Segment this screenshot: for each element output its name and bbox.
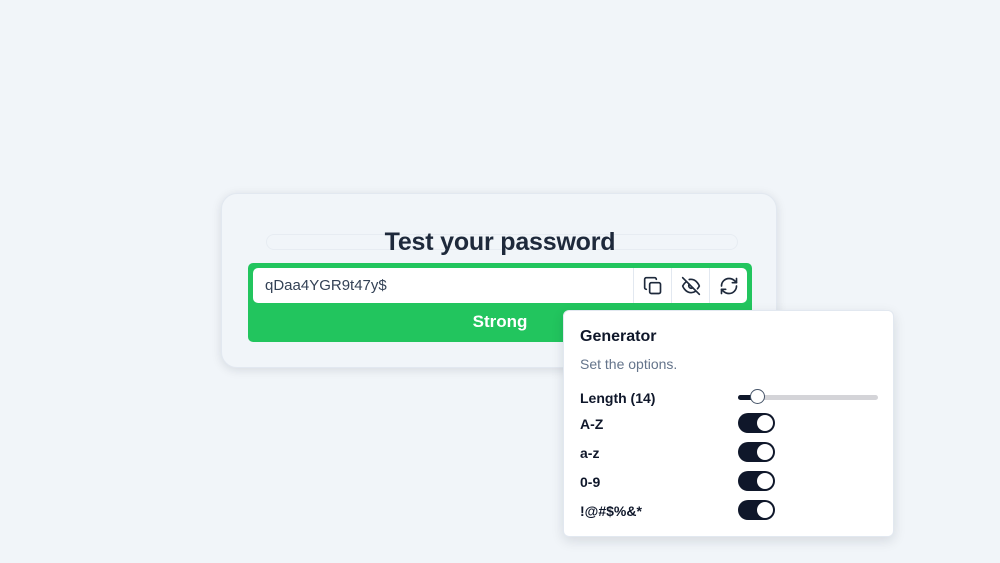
password-field-row [253, 268, 747, 303]
eye-off-icon [681, 276, 700, 295]
length-label: Length (14) [580, 390, 656, 406]
copy-icon [643, 276, 661, 294]
option-label-uppercase: A-Z [580, 416, 604, 432]
copy-button[interactable] [633, 268, 671, 303]
toggle-knob [757, 473, 773, 489]
toggle-symbols[interactable] [738, 500, 775, 520]
password-input[interactable] [253, 268, 633, 303]
page-title: Test your password [384, 228, 616, 256]
toggle-uppercase[interactable] [738, 413, 775, 433]
toggle-knob [757, 415, 773, 431]
generator-subtitle: Set the options. [580, 356, 678, 372]
generator-popover: Generator Set the options. Length (14) A… [563, 310, 894, 537]
option-label-digits: 0-9 [580, 474, 601, 490]
regenerate-button[interactable] [709, 268, 747, 303]
length-slider[interactable] [738, 389, 878, 404]
generator-title: Generator [580, 328, 657, 345]
toggle-knob [757, 444, 773, 460]
page: Test your password qDaa4YGR9t47y$ Strong… [0, 0, 1000, 563]
refresh-icon [720, 277, 737, 294]
toggle-digits[interactable] [738, 471, 775, 491]
toggle-lowercase[interactable] [738, 442, 775, 462]
option-label-lowercase: a-z [580, 445, 600, 461]
length-slider-thumb[interactable] [750, 389, 766, 404]
option-label-symbols: !@#$%&* [580, 503, 642, 519]
toggle-knob [757, 502, 773, 518]
toggle-visibility-button[interactable] [671, 268, 709, 303]
